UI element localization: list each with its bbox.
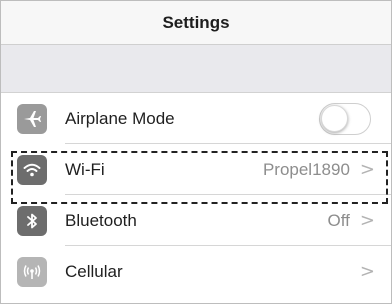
navigation-bar: Settings (1, 1, 391, 45)
settings-row-bluetooth[interactable]: Bluetooth Off > (1, 195, 391, 246)
wifi-icon (17, 154, 47, 185)
cellular-icon (17, 256, 47, 287)
settings-row-cellular[interactable]: Cellular > (1, 246, 391, 297)
chevron-right-icon: > (359, 261, 375, 282)
wifi-network-value: Propel1890 (262, 159, 350, 179)
page-title: Settings (162, 12, 230, 32)
settings-screen: Settings Airplane Mode Wi-Fi Propel1890 … (0, 0, 392, 304)
section-spacer (1, 45, 391, 93)
toggle-knob (321, 104, 348, 132)
chevron-right-icon: > (359, 210, 375, 231)
chevron-right-icon: > (359, 159, 375, 180)
bluetooth-status-value: Off (327, 210, 350, 230)
bluetooth-icon (17, 205, 47, 236)
row-label: Cellular (65, 261, 123, 281)
row-label: Wi-Fi (65, 159, 105, 179)
airplane-mode-toggle[interactable] (319, 102, 371, 135)
settings-row-wifi[interactable]: Wi-Fi Propel1890 > (1, 144, 391, 195)
airplane-icon (17, 103, 47, 134)
settings-row-airplane-mode: Airplane Mode (1, 93, 391, 144)
row-label: Airplane Mode (65, 108, 175, 128)
row-label: Bluetooth (65, 210, 137, 230)
